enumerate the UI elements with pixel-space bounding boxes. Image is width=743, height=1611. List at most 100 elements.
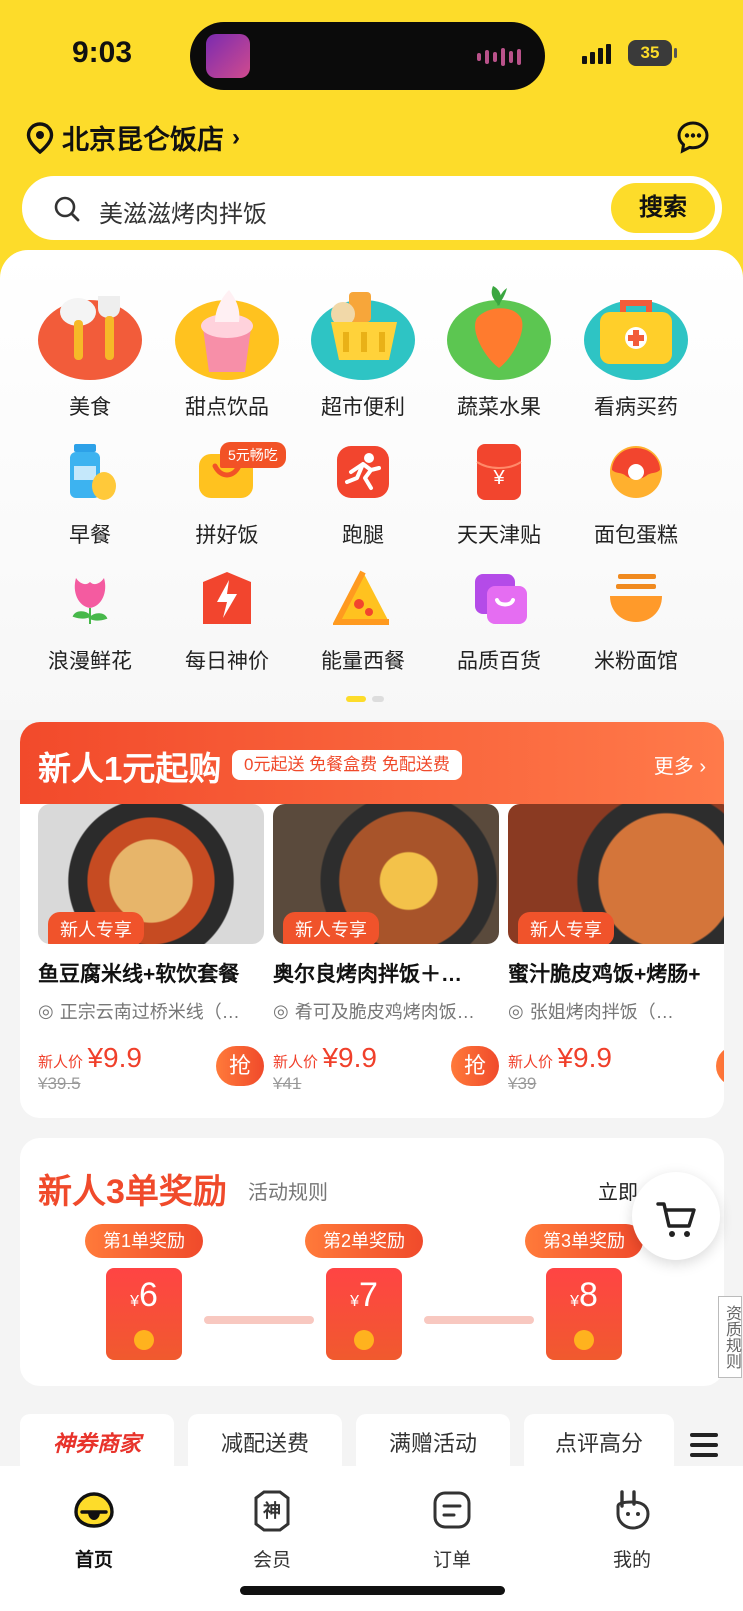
handbag-icon — [475, 574, 527, 624]
lightning-icon — [203, 572, 251, 624]
category-errand[interactable]: 跑腿 — [293, 442, 433, 549]
new-user-deals-card: 新人1元起购 0元起送 免餐盒费 免配送费 更多 › 新人专享 鱼豆腐米线+软饮… — [20, 722, 724, 1118]
shopping-basket-icon — [311, 292, 415, 380]
dynamic-island[interactable] — [190, 22, 545, 90]
category-label: 天天津贴 — [457, 524, 541, 547]
home-duck-icon — [74, 1492, 114, 1528]
battery-icon: 35 — [628, 40, 672, 66]
order-reward-card: 新人3单奖励 活动规则 立即 第1单奖励 ¥6 第2单奖励 ¥7 第3单奖励 ¥… — [20, 1138, 724, 1386]
category-dessert[interactable]: 甜点饮品 — [157, 282, 297, 421]
svg-text:¥: ¥ — [492, 467, 505, 489]
category-label: 美食 — [69, 396, 111, 419]
noodle-bowl-icon — [610, 574, 662, 622]
carrot-icon — [447, 286, 551, 380]
deal-shop: ◎ 正宗云南过桥米线（… — [38, 998, 264, 1024]
location-pin-icon — [26, 121, 54, 154]
qualification-rules-link[interactable]: 资质规则 — [718, 1296, 742, 1378]
price-value: ¥9.9 — [322, 1042, 377, 1073]
category-vegetables[interactable]: 蔬菜水果 — [429, 282, 569, 421]
category-supermarket[interactable]: 超市便利 — [293, 282, 433, 421]
reward-title: 新人3单奖励 — [38, 1173, 227, 1211]
reward-amount: ¥6 — [106, 1276, 182, 1315]
location-selector[interactable]: 北京昆仑饭店 › — [26, 118, 240, 157]
activity-rules-link[interactable]: 活动规则 — [248, 1176, 328, 1205]
price-label: 新人价 — [273, 1054, 319, 1071]
category-goods[interactable]: 品质百货 — [429, 568, 569, 675]
filter-chip-coupon-merchants[interactable]: 神券商家 — [20, 1414, 174, 1474]
filter-chip-high-rating[interactable]: 点评高分 — [524, 1414, 674, 1474]
reward-amount: ¥7 — [326, 1276, 402, 1315]
original-price: ¥39 — [508, 1074, 537, 1093]
category-label: 看病买药 — [594, 396, 678, 419]
rose-icon — [72, 578, 108, 624]
home-indicator — [240, 1586, 505, 1595]
runner-icon — [337, 446, 389, 498]
currency-symbol: ¥ — [570, 1293, 579, 1310]
category-food[interactable]: 美食 — [20, 282, 160, 421]
dish-photo: 新人专享 — [38, 804, 264, 944]
message-icon[interactable] — [676, 120, 710, 154]
category-noodles[interactable]: 米粉面馆 — [566, 568, 706, 675]
search-button[interactable]: 搜索 — [611, 183, 715, 233]
category-label: 能量西餐 — [321, 650, 405, 673]
cellular-signal-icon — [582, 44, 611, 64]
tab-label: 我的 — [612, 1550, 651, 1571]
shop-icon: ◎ — [273, 1000, 289, 1021]
tab-label: 会员 — [252, 1550, 291, 1571]
more-link[interactable]: 更多 › — [654, 750, 706, 779]
deal-card[interactable]: 新人专享 奥尔良烤肉拌饭＋… ◎ 肴可及脆皮鸡烤肉饭… 新人价 ¥9.9 抢 ¥4… — [273, 804, 499, 1094]
cart-button[interactable] — [632, 1172, 720, 1260]
filter-chip-reduced-delivery[interactable]: 减配送费 — [188, 1414, 342, 1474]
price-label: 新人价 — [508, 1054, 554, 1071]
shop-name: 肴可及脆皮鸡烤肉饭… — [294, 1002, 475, 1022]
price-value: ¥9.9 — [87, 1042, 142, 1073]
category-allowance[interactable]: ¥ 天天津贴 — [429, 442, 569, 549]
status-time: 9:03 — [72, 36, 133, 69]
deal-card[interactable]: 新人专享 蜜汁脆皮鸡饭+烤肠+ ◎张姐烤肉拌饭（… 新人价 ¥9.9 抢 ¥39 — [508, 804, 724, 1094]
category-daily-deal[interactable]: 每日神价 — [157, 568, 297, 675]
medicine-box-icon — [584, 300, 688, 380]
category-label: 超市便利 — [321, 396, 405, 419]
grab-button[interactable]: 抢 — [216, 1046, 264, 1086]
category-label: 每日神价 — [185, 650, 269, 673]
deal-tag: 新人专享 — [518, 912, 614, 944]
search-input[interactable]: 美滋滋烤肉拌饭 — [99, 194, 267, 229]
page-dot — [372, 696, 384, 702]
category-western[interactable]: 能量西餐 — [293, 568, 433, 675]
grab-button[interactable]: 抢 — [451, 1046, 499, 1086]
deal-tag: 新人专享 — [48, 912, 144, 944]
deal-name: 蜜汁脆皮鸡饭+烤肠+ — [508, 963, 701, 986]
tab-orders[interactable]: 订单 — [402, 1488, 502, 1572]
category-bakery[interactable]: 面包蛋糕 — [566, 442, 706, 549]
member-icon: 神 — [254, 1490, 290, 1532]
reward-amount: ¥8 — [546, 1276, 622, 1315]
category-flowers[interactable]: 浪漫鲜花 — [20, 568, 160, 675]
currency-symbol: ¥ — [350, 1293, 359, 1310]
milk-egg-icon — [70, 444, 116, 500]
search-icon — [54, 196, 80, 222]
tab-profile[interactable]: 我的 — [582, 1488, 682, 1572]
step-label: 第1单奖励 — [84, 1224, 203, 1258]
deal-card[interactable]: 新人专享 鱼豆腐米线+软饮套餐 ◎ 正宗云南过桥米线（… 新人价 ¥9.9 抢 ¥… — [38, 804, 264, 1094]
price-value: ¥9.9 — [557, 1042, 612, 1073]
search-bar[interactable]: 美滋滋烤肉拌饭 搜索 — [22, 176, 722, 240]
svg-text:神: 神 — [263, 1500, 281, 1522]
tab-member[interactable]: 神 会员 — [222, 1488, 322, 1572]
media-thumbnail — [206, 34, 250, 78]
red-envelope-icon: ¥ — [476, 444, 522, 500]
deal-price: 新人价 ¥9.9 抢 — [508, 1042, 724, 1086]
deal-shop: ◎ 张姐烤肉拌饭（… — [508, 998, 724, 1024]
tab-home[interactable]: 首页 — [44, 1488, 144, 1572]
pizza-icon — [332, 570, 389, 625]
donut-icon — [610, 446, 662, 498]
coin-icon — [134, 1330, 154, 1350]
page-dot-active — [346, 696, 366, 702]
filter-chip-gift-promo[interactable]: 满赠活动 — [356, 1414, 510, 1474]
price-label: 新人价 — [38, 1054, 84, 1071]
category-breakfast[interactable]: 早餐 — [20, 442, 160, 549]
category-medicine[interactable]: 看病买药 — [566, 282, 706, 421]
category-label: 跑腿 — [342, 524, 384, 547]
deal-tag: 新人专享 — [283, 912, 379, 944]
page-indicator — [346, 696, 384, 702]
menu-icon[interactable] — [690, 1432, 718, 1458]
